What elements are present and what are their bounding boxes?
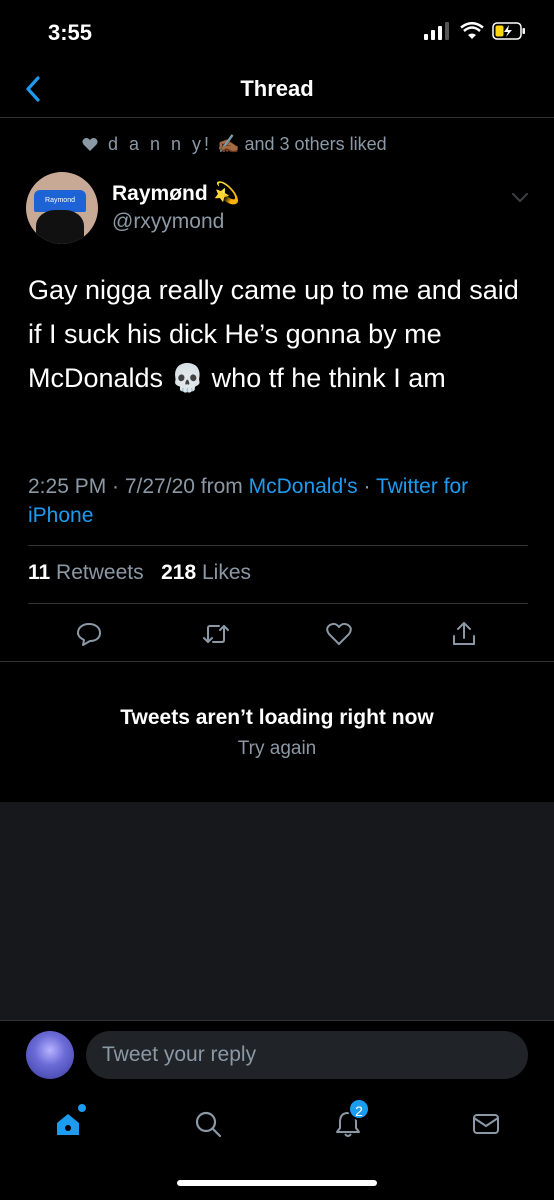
tweet-timestamp: 2:25 PM · 7/27/20 from: [28, 475, 249, 498]
tweet-meta: 2:25 PM · 7/27/20 from McDonald's · Twit…: [28, 472, 528, 530]
tweet-actions: [0, 616, 554, 656]
avatar-cap: Raymond: [34, 190, 86, 212]
author-name-emoji: 💫: [213, 182, 240, 205]
liked-rest: and 3 others liked: [244, 134, 387, 154]
chevron-down-icon: [512, 193, 528, 203]
meta-separator: ·: [357, 475, 376, 498]
search-icon: [195, 1111, 222, 1138]
liker-emoji: ✍🏾: [217, 134, 240, 154]
tweet-location-link[interactable]: McDonald's: [249, 475, 358, 498]
retweet-button[interactable]: [198, 616, 234, 652]
tweet-stats: 11 Retweets 218 Likes: [28, 561, 251, 585]
tab-home[interactable]: [48, 1104, 88, 1144]
divider: [0, 661, 554, 662]
home-unread-dot: [78, 1104, 86, 1112]
reply-bar: Tweet your reply: [0, 1020, 554, 1090]
reply-input[interactable]: Tweet your reply: [86, 1031, 528, 1079]
tab-messages[interactable]: [466, 1104, 506, 1144]
share-icon: [453, 622, 475, 645]
signal-icon: [424, 22, 449, 40]
likes-stat[interactable]: 218 Likes: [161, 561, 251, 584]
liker-name: d a n n y!: [108, 134, 213, 154]
avatar-face: [36, 210, 84, 244]
error-title: Tweets aren’t loading right now: [120, 706, 434, 729]
retweet-icon: [203, 625, 229, 643]
error-message: Tweets aren’t loading right now Try agai…: [0, 706, 554, 760]
tweet-text: Gay nigga really came up to me and said …: [28, 275, 519, 393]
status-bar: 3:55: [0, 0, 554, 60]
social-context[interactable]: d a n n y! ✍🏾 and 3 others liked: [82, 134, 387, 155]
try-again-button[interactable]: Try again: [0, 738, 554, 760]
heart-outline-icon: [326, 622, 352, 645]
home-indicator: [177, 1180, 377, 1186]
empty-area: [0, 802, 554, 1020]
tab-search[interactable]: [188, 1104, 228, 1144]
tab-notifications[interactable]: 2: [328, 1098, 370, 1144]
divider: [28, 603, 528, 604]
status-time: 3:55: [48, 20, 93, 45]
reply-icon: [77, 623, 101, 646]
tweet-author[interactable]: Raymond Raymønd 💫 @rxyymond: [26, 172, 240, 244]
user-avatar[interactable]: [26, 1031, 74, 1079]
nav-bar: Thread: [0, 60, 554, 118]
reply-button[interactable]: [71, 616, 107, 652]
more-options-button[interactable]: [512, 190, 528, 208]
wifi-icon: [460, 22, 484, 39]
mail-icon: [473, 1114, 499, 1134]
divider: [28, 545, 528, 546]
share-button[interactable]: [446, 616, 482, 652]
home-icon: [57, 1114, 79, 1135]
notifications-badge: 2: [348, 1098, 370, 1120]
page-title: Thread: [240, 76, 314, 101]
battery-icon: [492, 22, 525, 40]
author-handle: @rxyymond: [112, 210, 225, 233]
author-display-name: Raymønd: [112, 182, 208, 205]
avatar[interactable]: Raymond: [26, 172, 98, 244]
status-icons: [424, 22, 526, 40]
like-button[interactable]: [321, 616, 357, 652]
retweets-stat[interactable]: 11 Retweets: [28, 561, 144, 584]
heart-icon: [82, 138, 98, 151]
